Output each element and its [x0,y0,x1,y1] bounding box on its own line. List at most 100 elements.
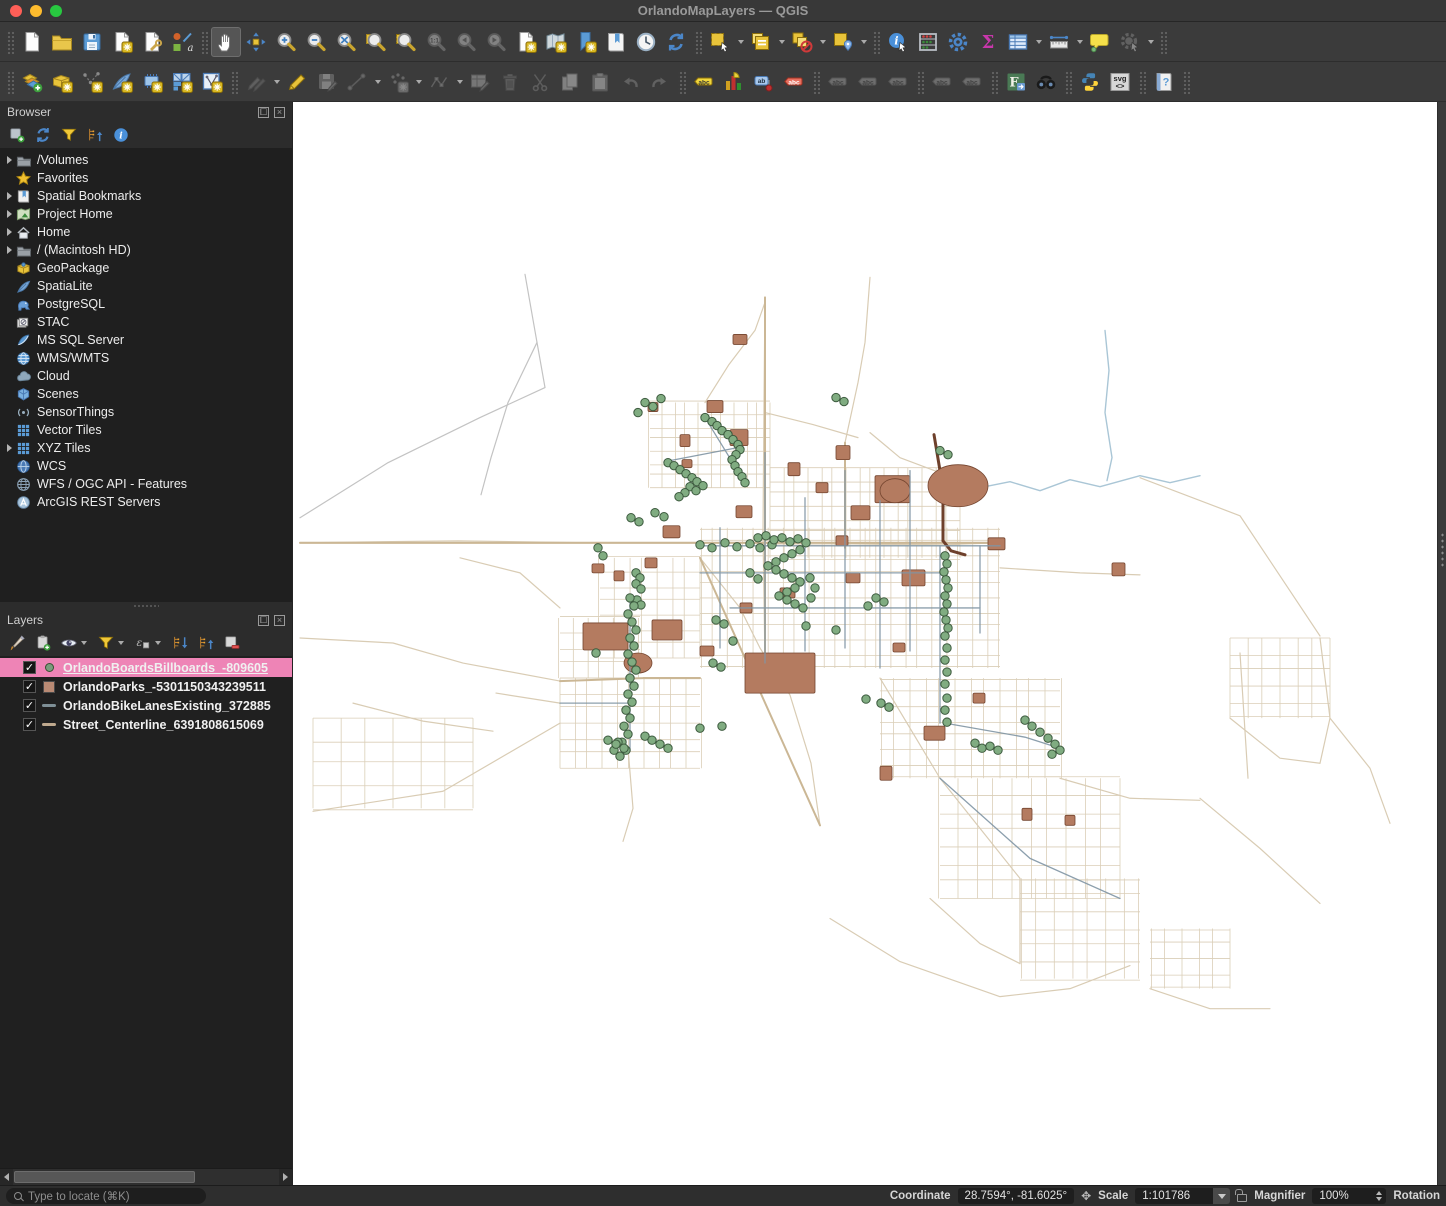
layer-visibility-checkbox[interactable]: ✓ [23,661,36,674]
run-feature-action-dropdown-icon[interactable] [1148,39,1154,44]
digitize-with-curve-dropdown-icon[interactable] [416,79,422,84]
new-spatialite-layer-button[interactable] [107,67,137,97]
browser-item-sensorthings[interactable]: SensorThings [0,403,292,421]
browser-item-wcs[interactable]: WCS [0,457,292,475]
map-canvas[interactable] [293,102,1437,1185]
new-mesh-layer-button[interactable] [137,67,167,97]
close-window-button[interactable] [10,4,22,17]
layers-close-icon[interactable]: × [274,614,285,626]
metasearch-button[interactable]: F [1001,67,1031,97]
new-print-layout-button[interactable] [107,27,137,57]
panel-splitter[interactable] [0,602,292,610]
zoom-to-layer-button[interactable] [361,27,391,57]
refresh-map-button[interactable] [661,27,691,57]
enable-properties-widget-button[interactable]: i [112,126,130,144]
digitize-with-segment-dropdown-icon[interactable] [375,79,381,84]
data-source-manager-button[interactable] [17,67,47,97]
browser-item-ms-sql-server[interactable]: MS SQL Server [0,331,292,349]
browser-item-xyz-tiles[interactable]: XYZ Tiles [0,439,292,457]
maximize-window-button[interactable] [50,4,62,17]
osm-place-search-button[interactable] [1031,67,1061,97]
magnifier-spin-arrows[interactable] [1372,1188,1387,1204]
manage-map-themes-dropdown-icon[interactable] [81,641,87,645]
browser-float-icon[interactable]: ⧠ [258,106,269,118]
layers-float-icon[interactable]: ⧠ [258,614,269,626]
select-features-by-value-button[interactable] [746,27,776,57]
layer-row-orlandoparks-5301150343239511[interactable]: ✓ OrlandoParks_-5301150343239511 [0,677,292,696]
expand-arrow-icon[interactable] [3,210,15,218]
browser-item-spatialite[interactable]: SpatiaLite [0,277,292,295]
new-virtual-layer-button[interactable] [167,67,197,97]
add-selected-layers-button[interactable] [8,126,26,144]
zoom-out-button[interactable] [301,27,331,57]
open-field-calculator-button[interactable] [913,27,943,57]
zoom-in-button[interactable] [271,27,301,57]
show-layout-manager-button[interactable] [137,27,167,57]
magnifier-spinbox[interactable]: 100% [1312,1188,1387,1204]
new-spatial-bookmark-button[interactable] [571,27,601,57]
svg-annotation-button[interactable]: svg <> [1105,67,1135,97]
scroll-right-arrow[interactable] [279,1169,292,1185]
scroll-left-arrow[interactable] [0,1169,13,1185]
collapse-all-layers-button[interactable] [197,634,215,652]
browser-item-scenes[interactable]: Scenes [0,385,292,403]
select-within-button[interactable] [828,27,858,57]
help-contents-button[interactable]: ? [1149,67,1179,97]
lock-scale-icon[interactable] [1235,1189,1248,1202]
browser-item-postgresql[interactable]: PostgreSQL [0,295,292,313]
scrollbar-thumb[interactable] [14,1171,195,1183]
scale-combobox[interactable]: 1:101786 [1135,1188,1231,1204]
collapse-all-button[interactable] [86,126,104,144]
browser-item-home[interactable]: Home [0,223,292,241]
new-gpx-layer-button[interactable] [197,67,227,97]
open-project-button[interactable] [47,27,77,57]
filter-by-expression-button[interactable]: ε [134,634,163,652]
open-attribute-table-dropdown-icon[interactable] [1036,39,1042,44]
processing-toolbox-button[interactable] [943,27,973,57]
browser-item-stac[interactable]: STAC [0,313,292,331]
coordinate-input[interactable]: 28.7594°, -81.6025° [957,1188,1075,1204]
show-statistical-summary-button[interactable]: Σ [973,27,1003,57]
filter-legend-button[interactable] [97,634,126,652]
browser-item-geopackage[interactable]: GeoPackage [0,259,292,277]
zoom-full-extent-button[interactable] [331,27,361,57]
save-project-button[interactable] [77,27,107,57]
expand-arrow-icon[interactable] [3,156,15,164]
open-attribute-table-button[interactable] [1003,27,1033,57]
pan-map-button[interactable] [211,26,241,57]
browser-item-cloud[interactable]: Cloud [0,367,292,385]
filter-by-expression-dropdown-icon[interactable] [155,641,161,645]
pin-unpin-labels-button[interactable]: ab [749,67,779,97]
measure-line-button[interactable] [1044,27,1074,57]
current-edits-dropdown-icon[interactable] [274,79,280,84]
layer-visibility-checkbox[interactable]: ✓ [23,680,36,693]
deselect-all-button[interactable] [787,27,817,57]
layer-row-orlandoboardsbillboards-809605[interactable]: ✓ OrlandoBoardsBillboards_-809605 [0,658,292,677]
browser-item-macintosh-hd[interactable]: / (Macintosh HD) [0,241,292,259]
select-features-button[interactable] [705,27,735,57]
layer-visibility-checkbox[interactable]: ✓ [23,718,36,731]
magnifier-value[interactable]: 100% [1312,1188,1373,1204]
browser-close-icon[interactable]: × [274,106,285,118]
manage-map-themes-button[interactable] [60,634,89,652]
expand-arrow-icon[interactable] [3,192,15,200]
browser-item-vector-tiles[interactable]: Vector Tiles [0,421,292,439]
toggle-editing-button[interactable] [282,67,312,97]
new-map-view-button[interactable] [511,27,541,57]
browser-item-wfs-ogc-api-features[interactable]: WFS / OGC API - Features [0,475,292,493]
new-shapefile-layer-button[interactable] [77,67,107,97]
layer-diagram-options-button[interactable] [719,67,749,97]
expand-all-button[interactable] [171,634,189,652]
scale-dropdown-icon[interactable] [1213,1188,1231,1204]
select-within-dropdown-icon[interactable] [861,39,867,44]
show-spatial-bookmarks-button[interactable] [601,27,631,57]
browser-item-wms-wmts[interactable]: WMS/WMTS [0,349,292,367]
layer-row-street-centerline-6391808615069[interactable]: ✓ Street_Centerline_6391808615069 [0,715,292,734]
python-console-button[interactable] [1075,67,1105,97]
zoom-to-selection-button[interactable] [391,27,421,57]
select-features-dropdown-icon[interactable] [738,39,744,44]
dock-horizontal-scrollbar[interactable] [0,1168,292,1185]
layer-row-orlandobikelanesexisting-372885[interactable]: ✓ OrlandoBikeLanesExisting_372885 [0,696,292,715]
new-geopackage-layer-button[interactable] [47,67,77,97]
browser-item-volumes[interactable]: /Volumes [0,151,292,169]
